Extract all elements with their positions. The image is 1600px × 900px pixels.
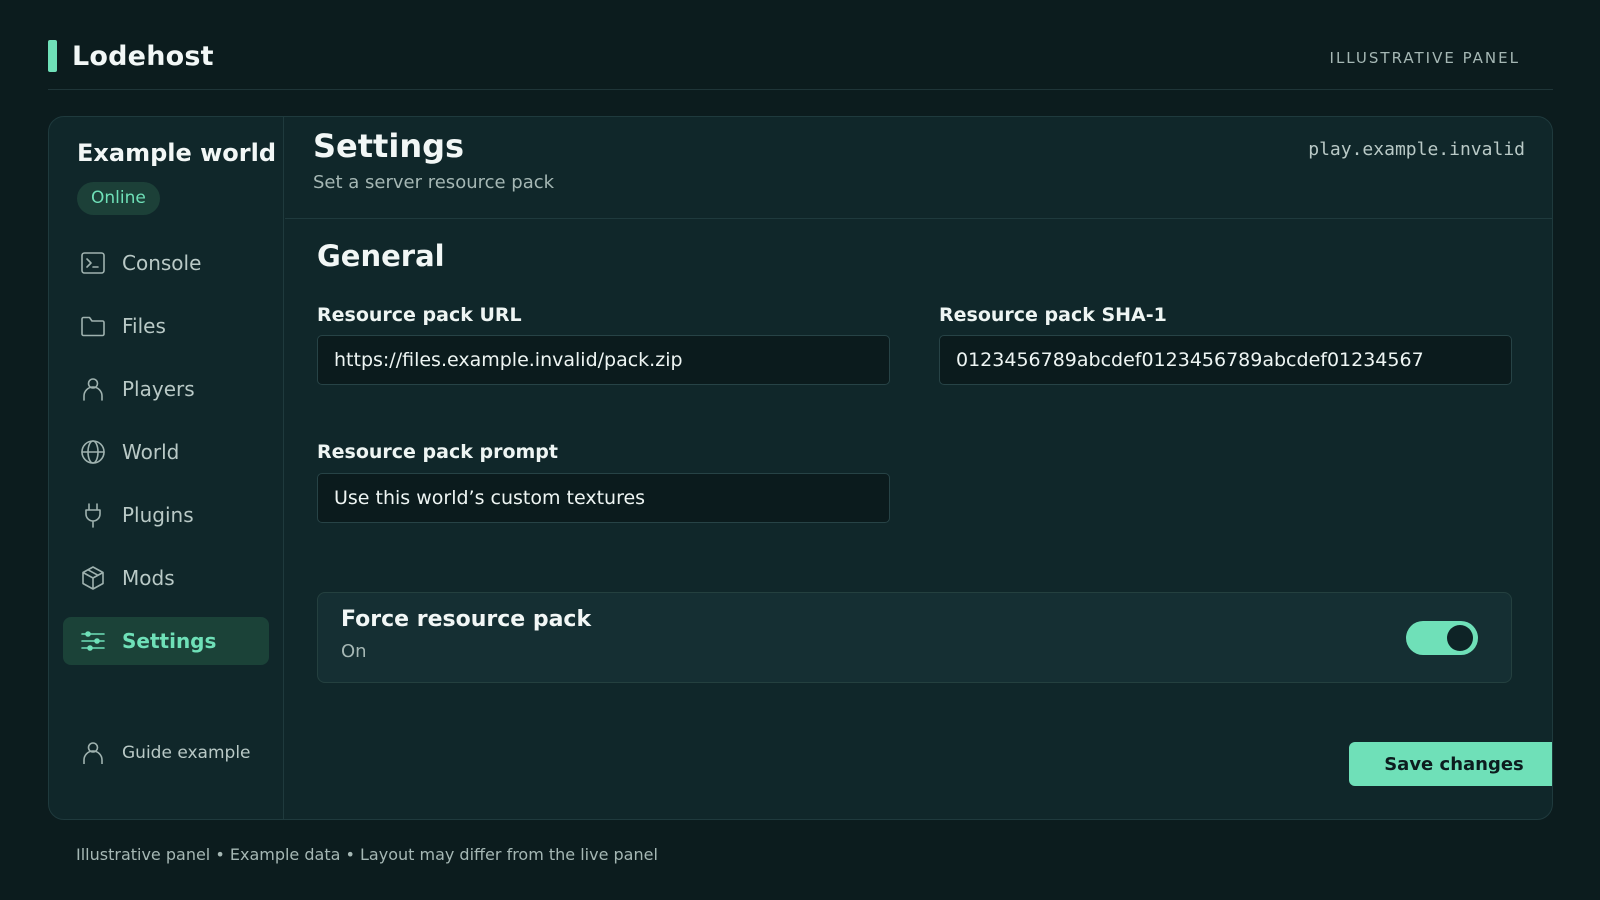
sidebar-item-label: Console: [122, 251, 202, 275]
globe-icon: [79, 438, 107, 466]
main-panel: Example world Online Console Files Playe…: [48, 116, 1553, 820]
force-resource-pack-toggle[interactable]: [1406, 621, 1478, 655]
sliders-icon: [79, 627, 107, 655]
sidebar-item-label: Players: [122, 377, 195, 401]
resource-pack-sha1-input[interactable]: [939, 335, 1512, 385]
brand: Lodehost: [48, 40, 214, 72]
user-account[interactable]: Guide example: [79, 739, 251, 767]
resource-pack-prompt-label: Resource pack prompt: [317, 441, 558, 463]
sidebar-nav: Console Files Players World Plugins Mods…: [63, 239, 269, 680]
force-resource-pack-state: On: [341, 641, 367, 662]
sidebar-item-settings[interactable]: Settings: [63, 617, 269, 665]
resource-pack-url-label: Resource pack URL: [317, 304, 522, 326]
resource-pack-sha1-label: Resource pack SHA-1: [939, 304, 1167, 326]
force-resource-pack-card: Force resource pack On: [317, 592, 1512, 683]
user-name: Guide example: [122, 743, 251, 763]
sidebar-item-console[interactable]: Console: [63, 239, 269, 287]
status-badge: Online: [77, 182, 160, 215]
sidebar-item-players[interactable]: Players: [63, 365, 269, 413]
toggle-knob: [1447, 625, 1473, 651]
brand-name: Lodehost: [72, 40, 214, 72]
world-name: Example world: [77, 139, 277, 167]
sidebar-item-plugins[interactable]: Plugins: [63, 491, 269, 539]
save-button[interactable]: Save changes: [1349, 742, 1552, 786]
page-title: Settings: [313, 127, 465, 165]
sidebar-item-label: Mods: [122, 566, 175, 590]
settings-content: Settings Set a server resource pack play…: [285, 117, 1552, 819]
sidebar-item-world[interactable]: World: [63, 428, 269, 476]
person-icon: [83, 742, 103, 764]
server-address: play.example.invalid: [1308, 139, 1525, 160]
page-header: Settings Set a server resource pack play…: [285, 117, 1552, 219]
page-subtitle: Set a server resource pack: [313, 172, 555, 193]
sidebar-item-label: World: [122, 440, 180, 464]
resource-pack-prompt-input[interactable]: [317, 473, 890, 523]
terminal-icon: [79, 249, 107, 277]
sidebar-item-files[interactable]: Files: [63, 302, 269, 350]
resource-pack-url-input[interactable]: [317, 335, 890, 385]
folder-icon: [79, 312, 107, 340]
sidebar-item-label: Plugins: [122, 503, 194, 527]
cube-icon: [79, 564, 107, 592]
force-resource-pack-title: Force resource pack: [341, 607, 592, 632]
brand-mark: [48, 40, 57, 72]
person-icon: [79, 375, 107, 403]
panel-tag: ILLUSTRATIVE PANEL: [1329, 49, 1520, 67]
sidebar: Example world Online Console Files Playe…: [49, 117, 284, 819]
top-bar: Lodehost ILLUSTRATIVE PANEL: [48, 36, 1553, 90]
footnote: Illustrative panel • Example data • Layo…: [76, 845, 658, 864]
section-title: General: [317, 239, 445, 273]
sidebar-item-label: Files: [122, 314, 166, 338]
sidebar-item-mods[interactable]: Mods: [63, 554, 269, 602]
sidebar-item-label: Settings: [122, 629, 217, 653]
plug-icon: [79, 501, 107, 529]
